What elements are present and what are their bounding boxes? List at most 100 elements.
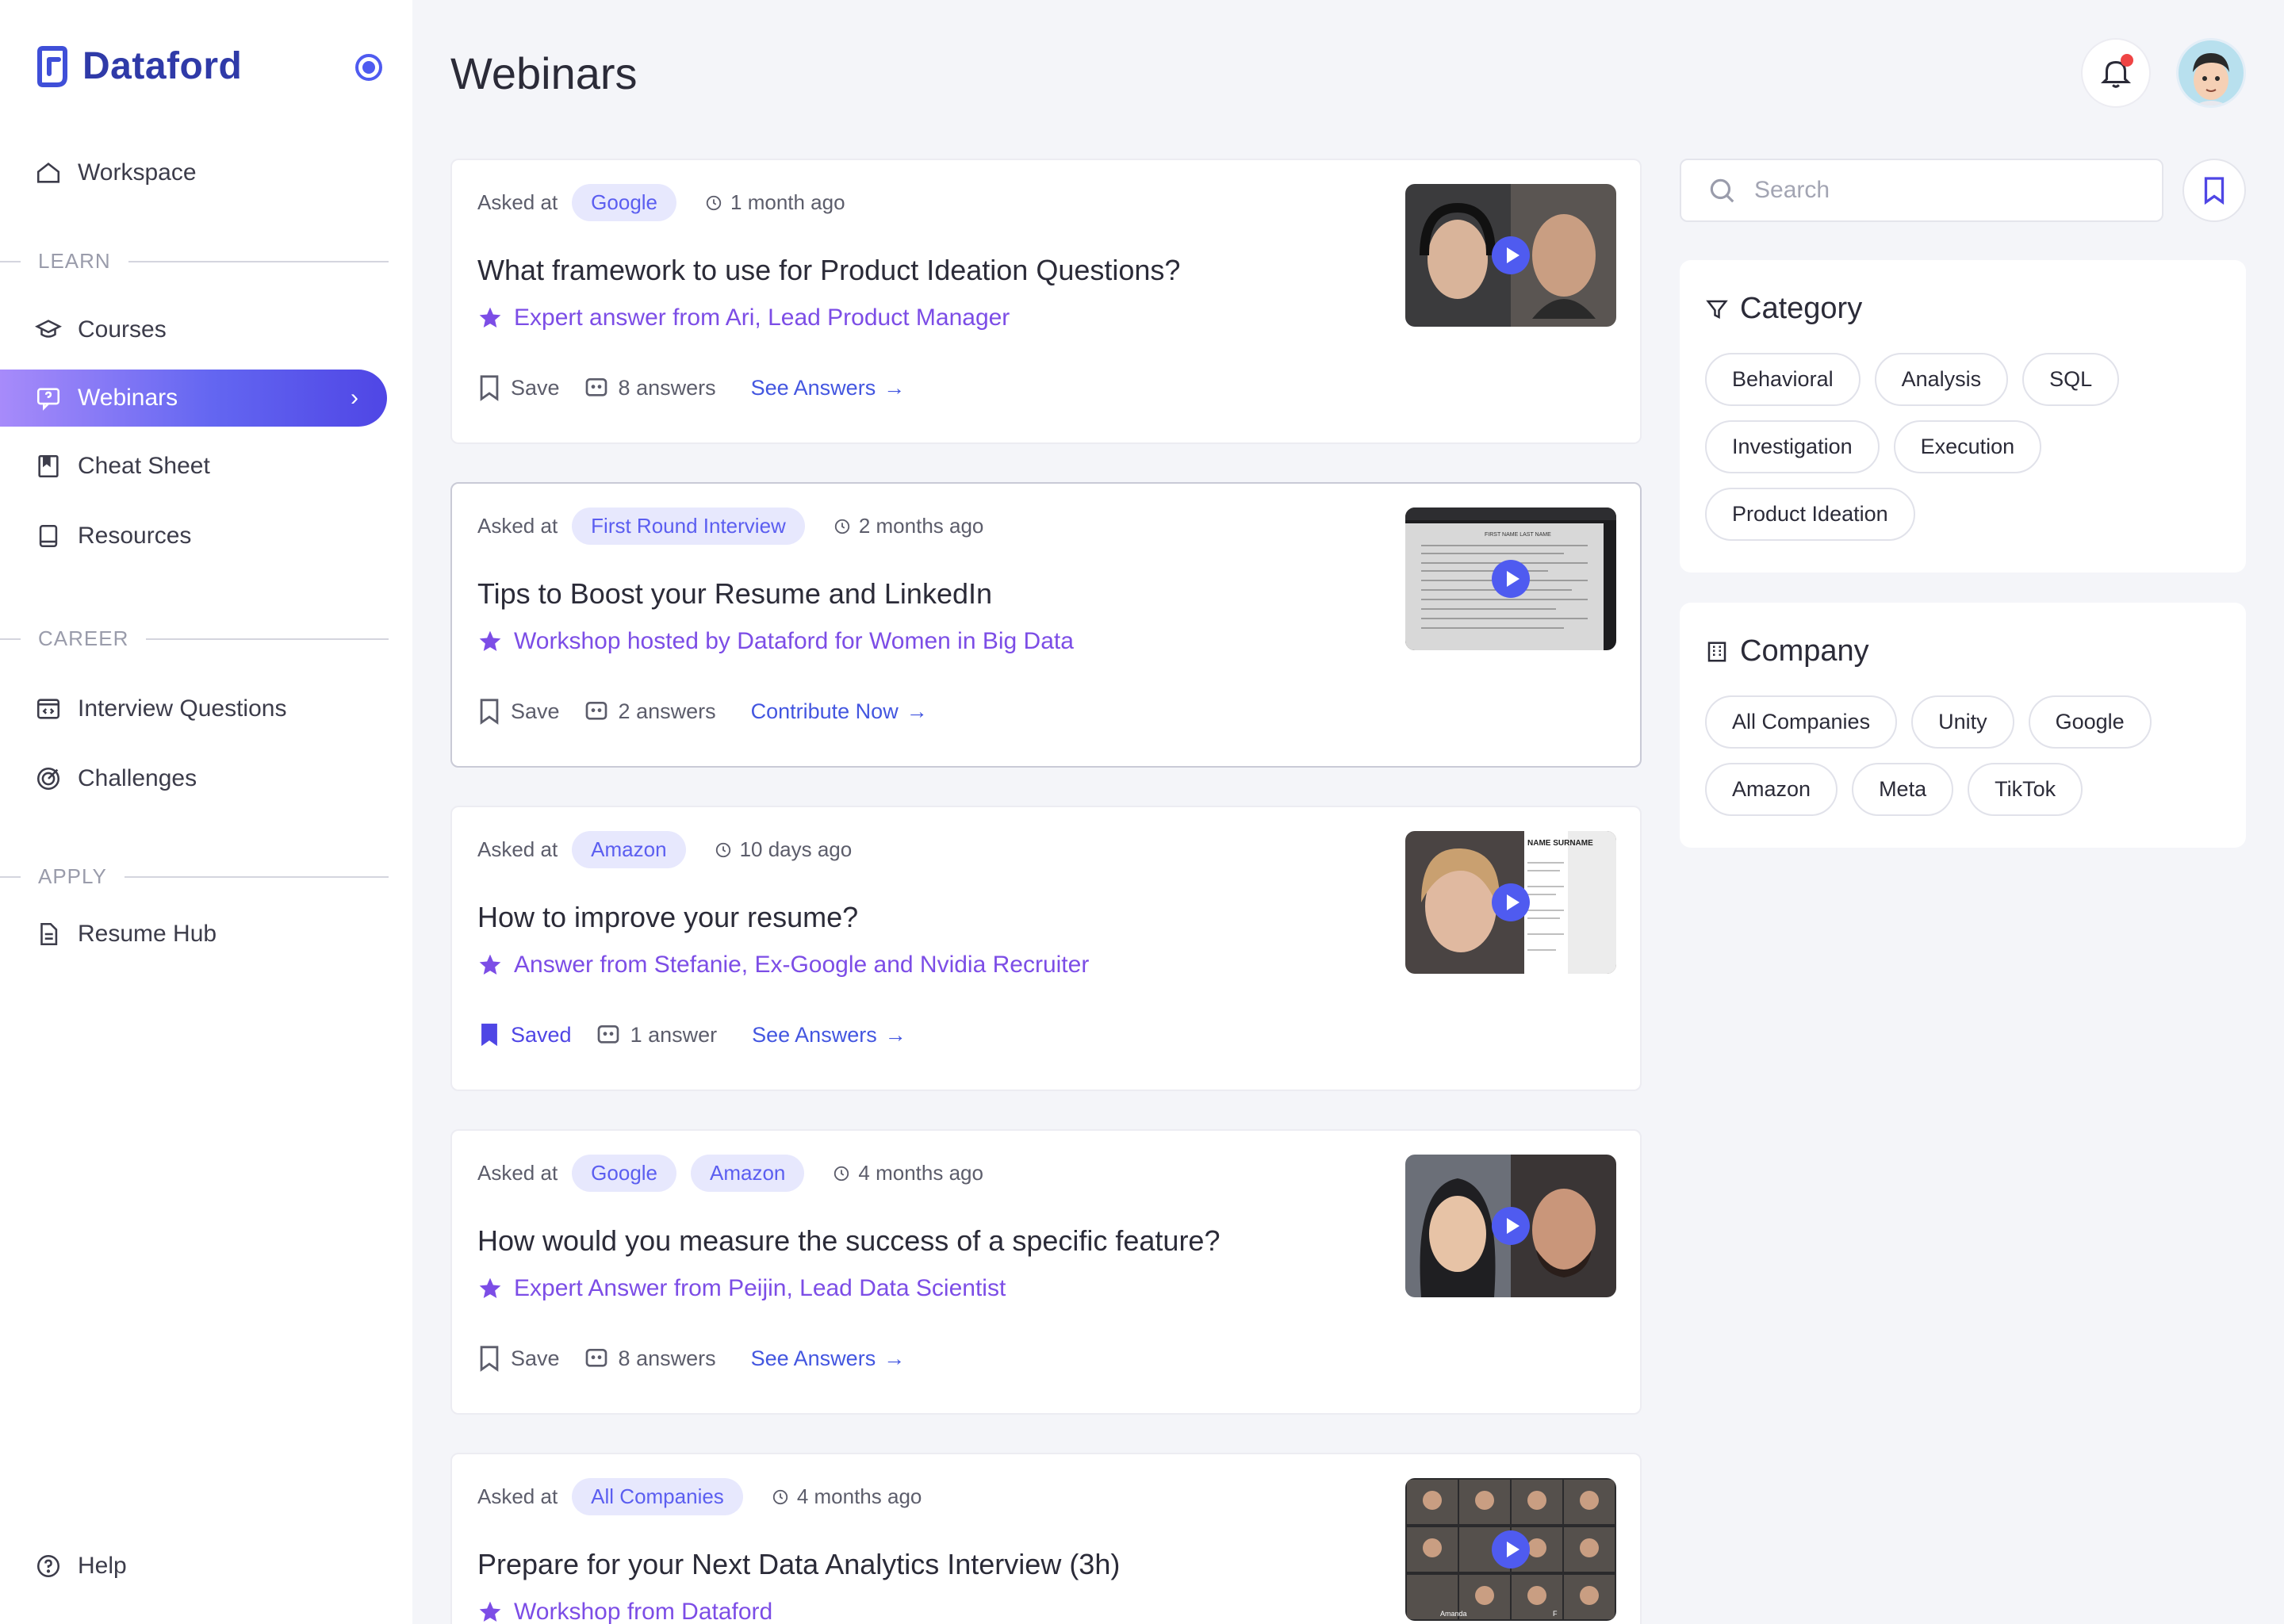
brand[interactable]: Dataford <box>35 44 242 88</box>
webinar-card[interactable]: Asked at Amazon 10 days ago How to impro… <box>450 806 1642 1091</box>
video-thumbnail[interactable] <box>1405 184 1616 327</box>
sidebar-item-interview-questions[interactable]: Interview Questions <box>0 680 387 737</box>
sidebar-item-courses[interactable]: Courses <box>0 301 387 358</box>
star-icon <box>479 630 501 651</box>
sidebar-item-challenges[interactable]: Challenges <box>0 750 387 807</box>
star-icon <box>479 1277 501 1298</box>
category-pill[interactable]: Behavioral <box>1705 353 1861 406</box>
company-chip[interactable]: Amazon <box>572 831 686 868</box>
contribute-now-link[interactable]: Contribute Now → <box>751 699 928 724</box>
save-button[interactable]: Save <box>477 698 560 725</box>
sidebar-item-label: Workspace <box>78 159 197 186</box>
category-pill[interactable]: Execution <box>1893 420 2042 473</box>
bookmark-icon <box>480 375 499 401</box>
company-chip[interactable]: Google <box>572 184 677 221</box>
clock-icon <box>715 842 730 857</box>
arrow-right-icon: → <box>883 1346 906 1370</box>
company-pill[interactable]: All Companies <box>1705 695 1898 749</box>
clock-icon <box>834 519 849 534</box>
company-chip[interactable]: Google <box>572 1155 677 1192</box>
video-thumbnail[interactable]: Amanda F <box>1405 1478 1616 1621</box>
play-icon[interactable] <box>1492 560 1530 598</box>
time-ago: 1 month ago <box>705 190 845 215</box>
card-meta: Asked at First Round Interview 2 months … <box>477 508 983 545</box>
avatar[interactable] <box>2176 38 2246 108</box>
card-actions: Save 8 answers See Answers → <box>477 1345 905 1372</box>
category-panel: Category Behavioral Analysis SQL Investi… <box>1680 260 2246 573</box>
star-icon <box>479 1601 501 1622</box>
category-header: Category <box>1705 292 2221 326</box>
see-answers-link[interactable]: See Answers → <box>751 1346 906 1371</box>
category-pill[interactable]: Investigation <box>1705 420 1880 473</box>
comment-icon <box>585 702 607 720</box>
webinar-card[interactable]: Asked at Google Amazon 4 months ago How … <box>450 1129 1642 1415</box>
company-pill[interactable]: Unity <box>1911 695 2014 749</box>
sidebar-item-cheat-sheet[interactable]: Cheat Sheet <box>0 438 387 495</box>
asked-at-label: Asked at <box>477 190 558 214</box>
participant-name-text: Amanda <box>1440 1610 1467 1618</box>
chat-question-icon <box>36 388 60 411</box>
sidebar-item-webinars[interactable]: Webinars › <box>0 370 387 427</box>
company-pills: All Companies Unity Google Amazon Meta T… <box>1705 695 2221 816</box>
document-icon <box>40 922 58 946</box>
collapse-sidebar-button[interactable] <box>355 54 382 81</box>
play-icon[interactable] <box>1492 883 1530 921</box>
sidebar-item-label: Interview Questions <box>78 695 287 722</box>
company-panel: Company All Companies Unity Google Amazo… <box>1680 603 2246 848</box>
search-input[interactable] <box>1754 177 2135 204</box>
comment-icon <box>585 1349 607 1367</box>
expert-line: Workshop hosted by Dataford for Women in… <box>477 628 1074 655</box>
see-answers-link[interactable]: See Answers → <box>751 376 906 400</box>
company-chip[interactable]: Amazon <box>691 1155 805 1192</box>
card-title[interactable]: Prepare for your Next Data Analytics Int… <box>477 1548 1120 1581</box>
card-title[interactable]: Tips to Boost your Resume and LinkedIn <box>477 577 992 611</box>
saved-button[interactable]: Saved <box>477 1021 572 1048</box>
webinar-card[interactable]: Asked at Google 1 month ago What framewo… <box>450 159 1642 444</box>
webinar-card[interactable]: Asked at First Round Interview 2 months … <box>450 482 1642 768</box>
video-thumbnail[interactable]: NAME SURNAME <box>1405 831 1616 974</box>
asked-at-label: Asked at <box>477 1484 558 1508</box>
help-link[interactable]: Help <box>35 1553 127 1580</box>
card-actions: Save 2 answers Contribute Now → <box>477 698 928 725</box>
bookmark-filled-icon <box>481 1023 497 1047</box>
card-title[interactable]: How to improve your resume? <box>477 901 858 934</box>
video-thumbnail[interactable] <box>1405 1155 1616 1297</box>
save-button[interactable]: Save <box>477 374 560 401</box>
participant-initial-text: F <box>1553 1610 1558 1618</box>
save-button[interactable]: Save <box>477 1345 560 1372</box>
bookmark-icon <box>2204 177 2225 205</box>
arrow-right-icon: → <box>884 1022 906 1047</box>
sidebar-item-workspace[interactable]: Workspace <box>0 144 387 201</box>
company-chip[interactable]: All Companies <box>572 1478 743 1515</box>
play-icon[interactable] <box>1492 236 1530 274</box>
sidebar-item-resources[interactable]: Resources <box>0 508 387 565</box>
category-pill[interactable]: SQL <box>2022 353 2120 406</box>
sidebar-item-label: Challenges <box>78 765 197 791</box>
company-pill[interactable]: TikTok <box>1968 763 2083 816</box>
sidebar-item-resume-hub[interactable]: Resume Hub <box>0 906 387 963</box>
category-pill[interactable]: Product Ideation <box>1705 488 1915 541</box>
see-answers-link[interactable]: See Answers → <box>752 1023 906 1048</box>
target-icon <box>36 767 60 791</box>
notifications-button[interactable] <box>2081 38 2151 108</box>
search-box[interactable] <box>1680 159 2163 222</box>
card-title[interactable]: What framework to use for Product Ideati… <box>477 254 1180 287</box>
video-thumbnail[interactable]: FIRST NAME LAST NAME <box>1405 508 1616 650</box>
time-ago: 10 days ago <box>715 837 852 862</box>
play-icon[interactable] <box>1492 1207 1530 1245</box>
section-label-apply: APPLY <box>0 864 389 889</box>
category-pills: Behavioral Analysis SQL Investigation Ex… <box>1705 353 2221 541</box>
card-title[interactable]: How would you measure the success of a s… <box>477 1224 1220 1258</box>
comment-icon <box>585 378 607 396</box>
play-icon[interactable] <box>1492 1530 1530 1568</box>
asked-at-label: Asked at <box>477 1161 558 1185</box>
category-pill[interactable]: Analysis <box>1874 353 2009 406</box>
graduation-cap-icon <box>35 320 62 338</box>
bookmark-icon <box>480 699 499 725</box>
company-pill[interactable]: Meta <box>1852 763 1954 816</box>
company-pill[interactable]: Amazon <box>1705 763 1838 816</box>
saved-filter-button[interactable] <box>2182 159 2246 222</box>
company-pill[interactable]: Google <box>2028 695 2152 749</box>
company-chip[interactable]: First Round Interview <box>572 508 805 545</box>
webinar-card[interactable]: Asked at All Companies 4 months ago Prep… <box>450 1453 1642 1624</box>
